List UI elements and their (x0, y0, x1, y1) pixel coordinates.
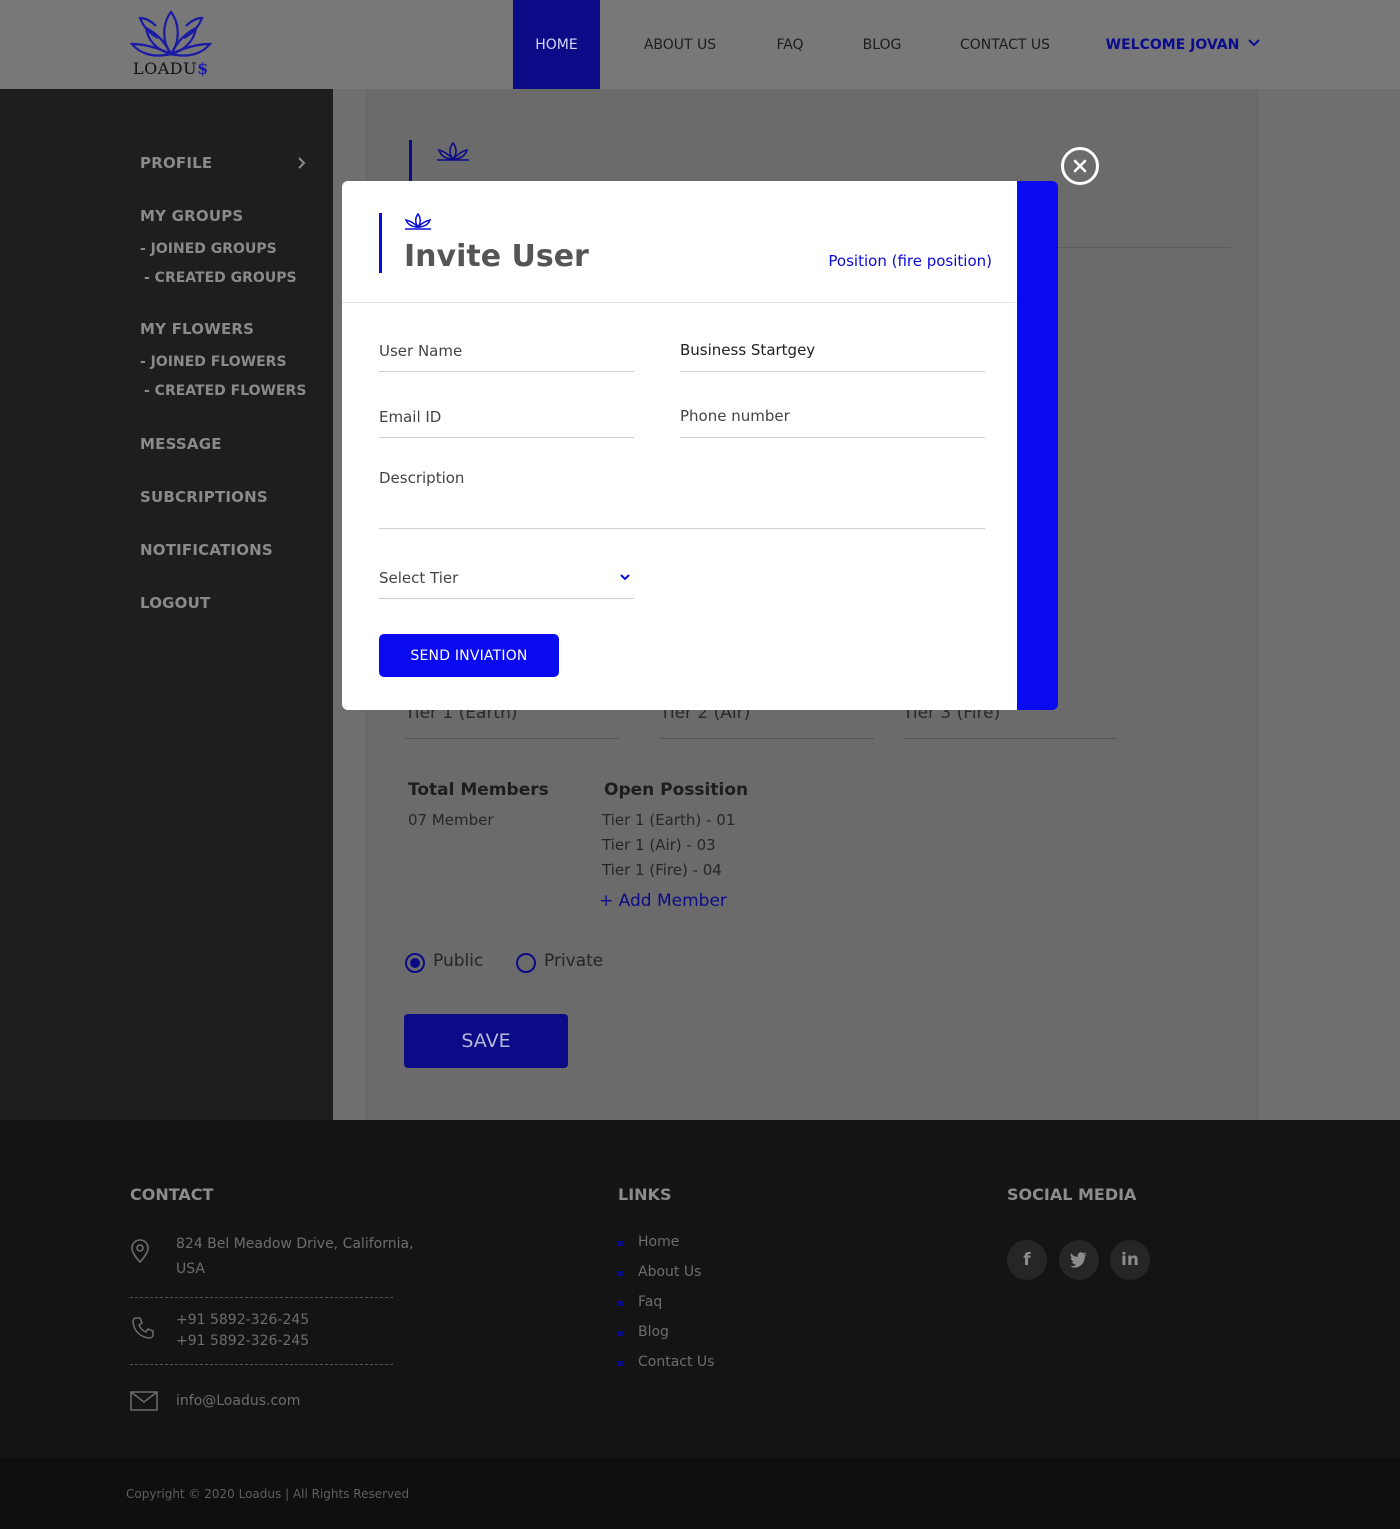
sidebar-item-joined-flowers[interactable]: - JOINED FLOWERS (140, 354, 287, 370)
address-line: 824 Bel Meadow Drive, California, (176, 1236, 414, 1252)
welcome-label: WELCOME JOVAN (1105, 36, 1240, 53)
close-icon[interactable] (1061, 147, 1099, 185)
sidebar-item-my-flowers[interactable]: MY FLOWERS (140, 320, 254, 338)
nav-home[interactable]: HOME (513, 0, 600, 89)
footer-address: 824 Bel Meadow Drive, California, USA (176, 1232, 414, 1282)
footer-email[interactable]: info@Loadus.com (176, 1389, 300, 1414)
footer-link-home[interactable]: Home (618, 1234, 679, 1250)
address-line: USA (176, 1261, 205, 1277)
modal-position-label: Position (fire position) (828, 252, 992, 270)
nav-faq[interactable]: FAQ (760, 0, 820, 89)
phone-icon (132, 1317, 154, 1339)
chevron-down-icon (620, 574, 630, 581)
save-button[interactable]: SAVE (404, 1014, 568, 1068)
lotus-small-icon (437, 141, 469, 161)
nav-about-us[interactable]: ABOUT US (630, 0, 730, 89)
twitter-icon[interactable] (1059, 1240, 1099, 1280)
business-input[interactable]: Business Startgey (680, 339, 985, 372)
sidebar-item-created-flowers[interactable]: - CREATED FLOWERS (144, 383, 306, 399)
select-tier-dropdown[interactable]: Select Tier (379, 566, 634, 599)
footer-link-blog[interactable]: Blog (618, 1324, 669, 1340)
sidebar-item-logout[interactable]: LOGOUT (140, 594, 210, 612)
logo-text: LOADU$ (133, 59, 209, 78)
sidebar-item-subscriptions[interactable]: SUBCRIPTIONS (140, 488, 268, 506)
open-position-item: Tier 1 (Fire) - 04 (602, 861, 722, 879)
footer-divider (130, 1364, 393, 1365)
add-member-link[interactable]: + Add Member (599, 891, 727, 911)
private-label: Private (544, 951, 604, 971)
user-name-input[interactable]: User Name (379, 339, 634, 372)
total-members-value: 07 Member (408, 811, 494, 829)
sidebar-item-created-groups[interactable]: - CREATED GROUPS (144, 270, 297, 286)
private-radio[interactable] (516, 953, 536, 973)
sidebar-item-joined-groups[interactable]: - JOINED GROUPS (140, 241, 277, 257)
footer-divider (130, 1297, 393, 1298)
lotus-small-icon (404, 212, 432, 230)
modal-divider (342, 302, 1017, 303)
nav-blog[interactable]: BLOG (850, 0, 914, 89)
footer-contact-heading: CONTACT (130, 1185, 214, 1204)
chevron-down-icon[interactable] (1247, 38, 1261, 48)
description-input[interactable]: Description (379, 467, 985, 529)
sidebar-item-notifications[interactable]: NOTIFICATIONS (140, 541, 273, 559)
open-position-label: Open Possition (604, 780, 749, 800)
sidebar-item-profile[interactable]: PROFILE (140, 154, 212, 172)
footer-link-about-us[interactable]: About Us (618, 1264, 701, 1280)
phone-number[interactable]: +91 5892-326-245 (176, 1331, 309, 1352)
chevron-right-icon[interactable] (296, 156, 308, 170)
send-invitation-button[interactable]: SEND INVIATION (379, 634, 559, 677)
invite-user-modal: Invite User Position (fire position) Use… (342, 181, 1017, 710)
footer-links-heading: LINKS (618, 1185, 672, 1204)
envelope-icon (130, 1391, 158, 1411)
linkedin-icon[interactable]: in (1110, 1240, 1150, 1280)
footer-link-contact-us[interactable]: Contact Us (618, 1354, 714, 1370)
phone-input[interactable]: Phone number (680, 405, 985, 438)
open-position-item: Tier 1 (Earth) - 01 (602, 811, 736, 829)
total-members-label: Total Members (408, 780, 549, 800)
modal-title: Invite User (404, 239, 589, 274)
footer-social-heading: SOCIAL MEDIA (1007, 1185, 1137, 1204)
user-menu[interactable]: WELCOME JOVAN (1100, 0, 1245, 89)
phone-number[interactable]: +91 5892-326-245 (176, 1310, 309, 1331)
public-radio[interactable] (405, 953, 425, 973)
email-input[interactable]: Email ID (379, 405, 634, 438)
footer-phones: +91 5892-326-245 +91 5892-326-245 (176, 1310, 309, 1352)
copyright-text: Copyright © 2020 Loadus | All Rights Res… (126, 1487, 410, 1501)
facebook-icon[interactable]: f (1007, 1240, 1047, 1280)
sidebar-item-message[interactable]: MESSAGE (140, 435, 222, 453)
modal-accent-line (379, 213, 382, 273)
sidebar-item-my-groups[interactable]: MY GROUPS (140, 207, 243, 225)
nav-contact-us[interactable]: CONTACT US (950, 0, 1060, 89)
open-position-item: Tier 1 (Air) - 03 (602, 836, 716, 854)
footer-link-faq[interactable]: Faq (618, 1294, 662, 1310)
public-label: Public (433, 951, 484, 971)
location-pin-icon (131, 1239, 149, 1264)
